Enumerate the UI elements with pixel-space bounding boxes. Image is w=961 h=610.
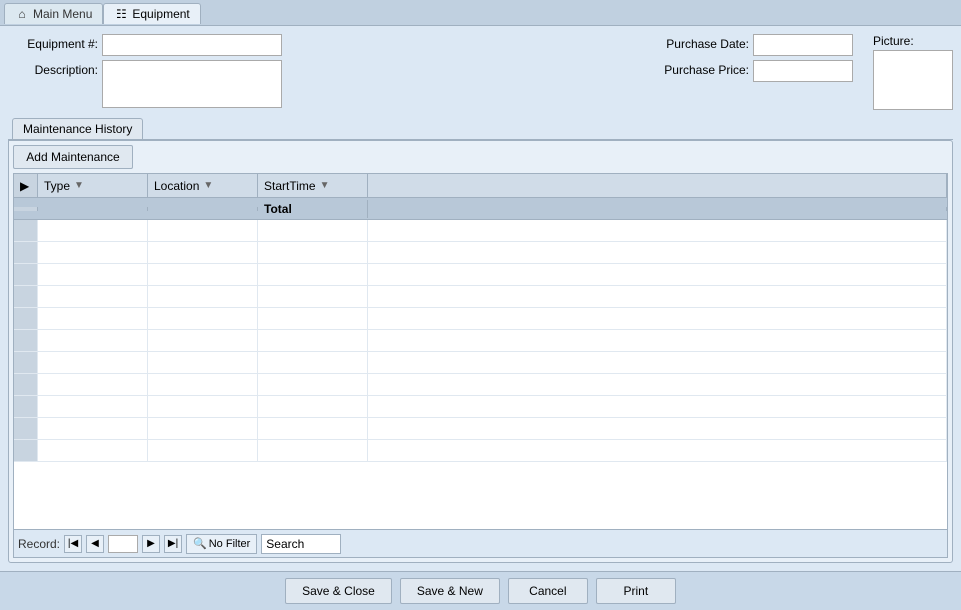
description-label: Description: (8, 60, 98, 77)
picture-box (873, 50, 953, 110)
nav-last-button[interactable]: ▶| (164, 535, 182, 553)
total-rest-cell (368, 207, 947, 211)
col-type-sort-icon: ▼ (74, 180, 84, 191)
col-rest-header (368, 174, 947, 197)
maintenance-grid: ▶ Type ▼ Location ▼ StartTime ▼ (13, 173, 948, 558)
search-input[interactable] (261, 534, 341, 554)
tab-main-menu[interactable]: ⌂ Main Menu (4, 3, 103, 24)
table-row (14, 374, 947, 396)
table-row (14, 396, 947, 418)
purchase-price-input[interactable] (753, 60, 853, 82)
maintenance-history-tab[interactable]: Maintenance History (12, 118, 143, 139)
description-row: Description: (8, 60, 634, 108)
table-row (14, 286, 947, 308)
home-icon: ⌂ (15, 7, 29, 21)
table-row (14, 308, 947, 330)
nav-prev-button[interactable]: ◀ (86, 535, 104, 553)
col-starttime-sort-icon: ▼ (320, 180, 330, 191)
table-row (14, 330, 947, 352)
grid-total-row: Total (14, 198, 947, 220)
add-maintenance-button[interactable]: Add Maintenance (13, 145, 133, 169)
status-bar: Record: |◀ ◀ ▶ ▶| 🔍 No Filter (14, 529, 947, 557)
total-type-cell (38, 207, 148, 211)
picture-area: Picture: (873, 34, 953, 110)
no-filter-label: No Filter (209, 538, 251, 550)
no-filter-button[interactable]: 🔍 No Filter (186, 534, 257, 554)
col-type-header[interactable]: Type ▼ (38, 174, 148, 197)
left-fields: Equipment #: Description: (8, 34, 634, 110)
tab-equipment-label: Equipment (132, 7, 189, 21)
table-row (14, 440, 947, 462)
col-starttime-header[interactable]: StartTime ▼ (258, 174, 368, 197)
purchase-price-label: Purchase Price: (654, 60, 749, 77)
tab-equipment[interactable]: ☷ Equipment (103, 3, 200, 24)
equipment-num-label: Equipment #: (8, 34, 98, 51)
equipment-num-input[interactable] (102, 34, 282, 56)
col-type-label: Type (44, 179, 70, 193)
col-location-header[interactable]: Location ▼ (148, 174, 258, 197)
table-row (14, 352, 947, 374)
table-row (14, 418, 947, 440)
record-num-input[interactable] (108, 535, 138, 553)
total-label-cell (148, 207, 258, 211)
tab-main-menu-label: Main Menu (33, 7, 92, 21)
total-value-cell: Total (258, 200, 368, 218)
row-selector-icon: ▶ (20, 179, 29, 193)
maintenance-tab-panel: Add Maintenance ▶ Type ▼ Location (8, 140, 953, 563)
grid-header: ▶ Type ▼ Location ▼ StartTime ▼ (14, 174, 947, 198)
purchase-date-label: Purchase Date: (654, 34, 749, 51)
print-button[interactable]: Print (596, 578, 676, 604)
col-starttime-label: StartTime (264, 179, 316, 193)
nav-next-button[interactable]: ▶ (142, 535, 160, 553)
table-row (14, 220, 947, 242)
grid-body: Total (14, 198, 947, 529)
table-row (14, 264, 947, 286)
save-new-button[interactable]: Save & New (400, 578, 500, 604)
col-location-label: Location (154, 179, 199, 193)
equipment-num-row: Equipment #: (8, 34, 634, 56)
maintenance-history-tab-header: Maintenance History (8, 116, 953, 140)
bottom-bar: Save & Close Save & New Cancel Print (0, 571, 961, 610)
picture-label: Picture: (873, 34, 914, 48)
filter-icon: 🔍 (193, 537, 207, 550)
purchase-price-row: Purchase Price: (654, 60, 853, 82)
col-location-sort-icon: ▼ (203, 180, 213, 191)
main-content: Equipment #: Description: Purchase Date:… (0, 26, 961, 571)
top-form: Equipment #: Description: Purchase Date:… (8, 34, 953, 110)
tab-content: Add Maintenance ▶ Type ▼ Location (9, 141, 952, 562)
table-row (14, 242, 947, 264)
tab-bar: ⌂ Main Menu ☷ Equipment (0, 0, 961, 26)
middle-fields: Purchase Date: Purchase Price: (654, 34, 853, 110)
purchase-date-row: Purchase Date: (654, 34, 853, 56)
description-input[interactable] (102, 60, 282, 108)
record-label: Record: (18, 537, 60, 551)
total-selector-cell (14, 207, 38, 211)
col-selector-header: ▶ (14, 174, 38, 197)
nav-first-button[interactable]: |◀ (64, 535, 82, 553)
cancel-button[interactable]: Cancel (508, 578, 588, 604)
purchase-date-input[interactable] (753, 34, 853, 56)
table-icon: ☷ (114, 7, 128, 21)
save-close-button[interactable]: Save & Close (285, 578, 392, 604)
